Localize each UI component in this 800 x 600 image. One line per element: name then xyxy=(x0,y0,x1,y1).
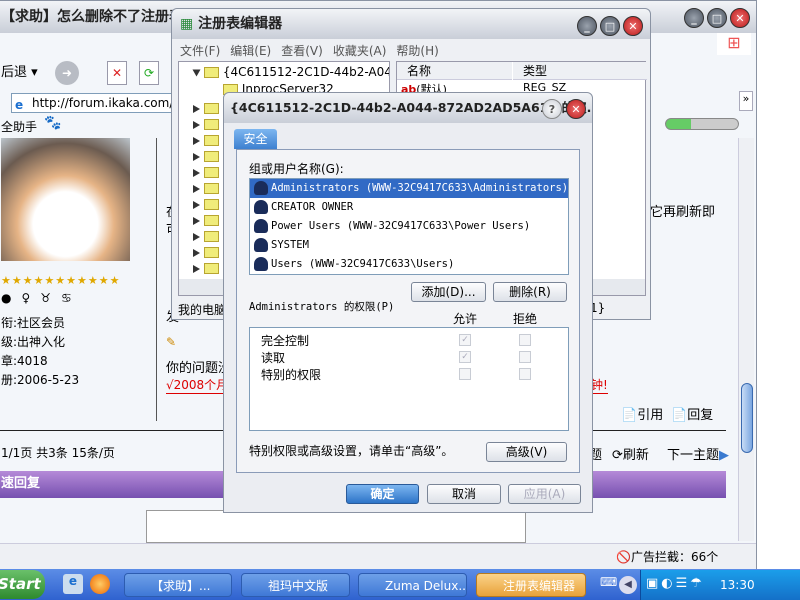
taskbar-item-regedit[interactable]: 注册表编辑器 xyxy=(476,573,586,597)
perm-name: 读取 xyxy=(261,351,286,365)
user-item[interactable]: Power Users (WWW-32C9417C633\Power Users… xyxy=(250,217,568,236)
column-header-name[interactable]: 名称 xyxy=(397,62,512,80)
quote-button[interactable]: 📄引用 xyxy=(621,404,663,423)
menu-file[interactable]: 文件(F) xyxy=(180,44,220,58)
reply-input[interactable] xyxy=(146,510,526,543)
advanced-button[interactable]: 高级(V) xyxy=(486,442,567,462)
user-item[interactable]: CREATOR OWNER xyxy=(250,198,568,217)
pencil-icon: ✎ xyxy=(166,335,177,349)
tray-icons[interactable]: ▣◐☰☂ xyxy=(646,576,705,591)
stop-icon[interactable]: ✕ xyxy=(107,61,127,85)
close-button[interactable]: ✕ xyxy=(730,8,750,28)
rating-stars: ★★★★★★★★★★★ xyxy=(1,274,121,287)
baidu-paw-icon[interactable]: 🐾 xyxy=(44,115,61,131)
avatar-image xyxy=(1,138,130,261)
profile-title: 衔:社区会员 xyxy=(1,316,66,330)
ad-block-status: 🚫广告拦截：66个 xyxy=(616,550,719,564)
permissions-label: Administrators 的权限(P) xyxy=(249,301,395,313)
user-group-icon xyxy=(254,238,268,252)
allow-checkbox: ✓ xyxy=(459,351,471,363)
vertical-scrollbar[interactable] xyxy=(738,138,754,541)
keyboard-tray-icon[interactable]: ⌨ xyxy=(600,575,617,589)
allow-header: 允许 xyxy=(453,312,478,326)
user-item[interactable]: Users (WWW-32C9417C633\Users) xyxy=(250,255,568,274)
progress-meter xyxy=(665,118,739,130)
menu-edit[interactable]: 编辑(E) xyxy=(230,44,271,58)
tab-security[interactable]: 安全 xyxy=(234,129,277,149)
user-group-icon xyxy=(254,219,268,233)
windows-logo-icon: ⊞ xyxy=(717,33,751,55)
cancel-button[interactable]: 取消 xyxy=(427,484,501,504)
ie-quicklaunch-icon[interactable]: e xyxy=(63,574,83,594)
reply-preview: 你的问题没 xyxy=(166,361,232,376)
add-button[interactable]: 添加(D)... xyxy=(411,282,486,302)
tree-node-root[interactable]: {4C611512-2C1D-44b2-A044-8 xyxy=(192,65,389,79)
toolbar-label: 全助手 xyxy=(1,120,38,134)
post-text: 它再刷新即 xyxy=(650,205,716,220)
regedit-status: 我的电脑 xyxy=(178,303,227,317)
perm-name: 特别的权限 xyxy=(261,368,322,382)
user-item[interactable]: SYSTEM xyxy=(250,236,568,255)
deny-header: 拒绝 xyxy=(513,312,538,326)
menu-favorites[interactable]: 收藏夹(A) xyxy=(333,44,387,58)
menu-bar: 文件(F) 编辑(E) 查看(V) 收藏夹(A) 帮助(H) xyxy=(180,42,439,59)
next-topic-link[interactable]: 下一主题▶ xyxy=(667,444,729,463)
allow-checkbox: ✓ xyxy=(459,334,471,346)
help-button[interactable]: ? xyxy=(542,99,562,119)
user-group-icon xyxy=(254,200,268,214)
taskbar-item-zuma-folder[interactable]: 祖玛中文版 xyxy=(241,573,350,597)
refresh-icon[interactable]: ⟳ xyxy=(139,61,159,85)
user-group-icon xyxy=(254,257,268,271)
profile-posts: 章:4018 xyxy=(1,354,48,368)
column-header-type[interactable]: 类型 xyxy=(513,62,647,80)
group-label: 组或用户名称(G): xyxy=(249,162,344,176)
advanced-hint: 特别权限或高级设置，请单击“高级”。 xyxy=(249,444,454,458)
clock: 13:30 xyxy=(720,578,755,592)
user-group-icon xyxy=(254,181,268,195)
menu-help[interactable]: 帮助(H) xyxy=(396,44,438,58)
signature-link[interactable]: √2008个月 xyxy=(166,376,229,394)
maximize-button[interactable]: □ xyxy=(707,8,727,28)
menu-view[interactable]: 查看(V) xyxy=(281,44,323,58)
taskbar-item-zuma[interactable]: Zuma Delux... xyxy=(358,573,467,597)
column-divider xyxy=(156,138,157,421)
maximize-button[interactable]: □ xyxy=(600,16,620,36)
forward-icon[interactable]: ➜ xyxy=(55,61,79,85)
status-bar: 🚫广告拦截：66个 xyxy=(0,543,756,569)
address-bar[interactable]: e http://forum.ikaka.com/topic xyxy=(11,93,181,113)
deny-checkbox xyxy=(519,351,531,363)
remove-button[interactable]: 删除(R) xyxy=(493,282,567,302)
reply-button[interactable]: 📄回复 xyxy=(671,404,713,423)
minimize-button[interactable]: _ xyxy=(577,16,597,36)
apply-button[interactable]: 应用(A) xyxy=(508,484,581,504)
media-quicklaunch-icon[interactable] xyxy=(90,574,110,594)
links-more-button[interactable]: » xyxy=(739,91,753,111)
refresh-link[interactable]: ⟳刷新 xyxy=(612,444,649,463)
start-button[interactable]: start xyxy=(0,570,45,599)
minimize-button[interactable]: _ xyxy=(684,8,704,28)
close-button[interactable]: ✕ xyxy=(566,99,586,119)
allow-checkbox xyxy=(459,368,471,380)
back-button[interactable]: 后退 ▾ xyxy=(1,61,38,85)
user-item[interactable]: Administrators (WWW-32C9417C633\Administ… xyxy=(250,179,568,198)
ok-button[interactable]: 确定 xyxy=(346,484,419,504)
scroll-thumb[interactable] xyxy=(741,383,753,453)
deny-checkbox xyxy=(519,334,531,346)
pagination: 1/1页 共3条 15条/页 xyxy=(1,446,115,460)
tray-expand-button[interactable]: ◀ xyxy=(619,576,637,594)
profile-registered: 册:2006-5-23 xyxy=(1,373,80,387)
dialog-title: {4C611512-2C1D-44b2-A044-872AD2AD5A61} 的… xyxy=(224,93,592,123)
signature-link[interactable]: 钟! xyxy=(591,376,608,394)
taskbar-item-browser[interactable]: 【求助】... xyxy=(124,573,232,597)
profile-level: 级:出神入化 xyxy=(1,335,66,349)
badge-icons: ●♀♉♋ xyxy=(1,291,82,305)
permissions-dialog: {4C611512-2C1D-44b2-A044-872AD2AD5A61} 的… xyxy=(223,92,593,513)
deny-checkbox xyxy=(519,368,531,380)
ie-icon: e xyxy=(15,98,24,112)
perm-name: 完全控制 xyxy=(261,334,310,348)
close-button[interactable]: ✕ xyxy=(623,16,643,36)
tree-folders xyxy=(193,100,219,276)
user-list[interactable]: Administrators (WWW-32C9417C633\Administ… xyxy=(249,178,569,275)
